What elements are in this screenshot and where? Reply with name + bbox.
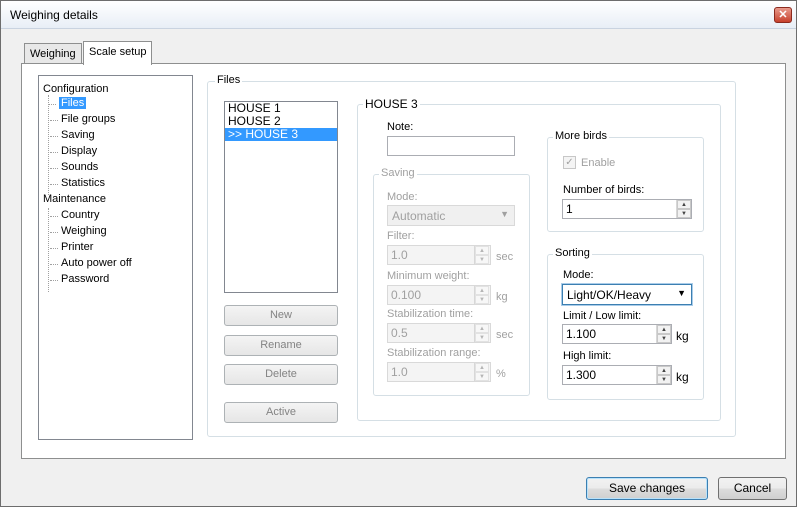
low-limit-label: Limit / Low limit: [563,310,642,322]
stabilization-time-spinner[interactable]: ▲ ▼ [474,324,489,342]
filter-unit: sec [496,251,514,263]
stabilization-range-spinner[interactable]: ▲ ▼ [474,363,489,381]
tree-item-auto-power-off[interactable]: Auto power off [50,257,132,269]
number-of-birds-field[interactable]: 1 [562,199,692,219]
tab-scale-setup[interactable]: Scale setup [83,41,153,65]
tree-item-password[interactable]: Password [49,273,109,285]
min-weight-label: Minimum weight: [387,270,470,282]
title-bar: Weighing details ✕ [1,1,796,29]
stabilization-range-label: Stabilization range: [387,347,481,359]
tree-item-file-groups[interactable]: File groups [49,113,115,125]
note-field[interactable] [387,136,515,156]
tree-item-weighing[interactable]: Weighing [50,225,107,237]
list-item-selected[interactable]: >> HOUSE 3 [225,128,337,141]
chevron-down-icon: ▼ [500,209,509,219]
stabilization-time-label: Stabilization time: [387,308,474,320]
rename-button[interactable]: Rename [224,335,338,356]
close-icon[interactable]: ✕ [774,7,792,23]
filter-spinner[interactable]: ▲ ▼ [474,246,489,264]
filter-label: Filter: [387,230,415,242]
sorting-mode-value: Light/OK/Heavy [567,288,652,302]
weighing-details-window: Weighing details ✕ Weighing Scale setup … [0,0,797,507]
enable-label: Enable [581,157,616,169]
number-of-birds-label: Number of birds: [563,184,645,196]
note-label: Note: [387,121,414,133]
files-group-title: Files [215,74,243,86]
min-weight-unit: kg [496,291,508,303]
low-limit-spinner[interactable]: ▲ ▼ [656,325,671,343]
tree-item-saving[interactable]: Saving [50,129,95,141]
saving-mode-select[interactable]: Automatic ▼ [387,205,515,226]
tree-item-files[interactable]: Files [47,97,87,109]
low-limit-unit: kg [676,329,689,343]
tree-item-display[interactable]: Display [49,145,97,157]
delete-button[interactable]: Delete [224,364,338,385]
more-birds-title: More birds [553,130,609,142]
active-button[interactable]: Active [224,402,338,423]
tab-weighing[interactable]: Weighing [24,43,82,65]
sorting-mode-label: Mode: [563,269,594,281]
tree-item-country[interactable]: Country [50,209,100,221]
house-detail-title: HOUSE 3 [363,97,420,111]
tree-section-maintenance[interactable]: Maintenance [43,193,106,205]
save-changes-button[interactable]: Save changes [586,477,708,500]
new-button[interactable]: New [224,305,338,326]
tree-item-sounds[interactable]: Sounds [49,161,98,173]
high-limit-unit: kg [676,370,689,384]
chevron-down-icon: ▼ [677,288,686,298]
number-of-birds-spinner[interactable]: ▲ ▼ [676,200,691,218]
stabilization-time-unit: sec [496,329,514,341]
settings-tree[interactable]: Configuration Files File groups Saving D… [38,75,193,440]
tree-item-statistics[interactable]: Statistics [49,177,105,189]
tree-item-printer[interactable]: Printer [49,241,93,253]
tree-section-configuration[interactable]: Configuration [43,83,108,95]
stabilization-range-unit: % [496,368,506,380]
files-list[interactable]: HOUSE 1 HOUSE 2 >> HOUSE 3 [224,101,338,293]
sorting-mode-select[interactable]: Light/OK/Heavy ▼ [561,283,693,306]
enable-checkbox[interactable]: ✓ [563,156,576,169]
saving-group-title: Saving [379,167,417,179]
cancel-button[interactable]: Cancel [718,477,787,500]
high-limit-spinner[interactable]: ▲ ▼ [656,366,671,384]
saving-mode-value: Automatic [392,209,446,223]
sorting-title: Sorting [553,247,592,259]
high-limit-label: High limit: [563,350,612,362]
min-weight-spinner[interactable]: ▲ ▼ [474,286,489,304]
window-title: Weighing details [10,8,98,22]
saving-mode-label: Mode: [387,191,418,203]
